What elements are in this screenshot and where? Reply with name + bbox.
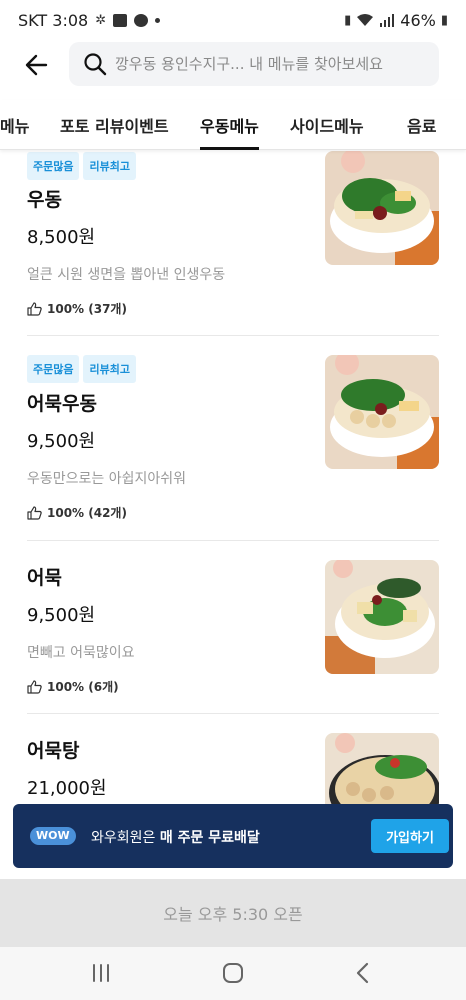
wow-membership-banner[interactable]: WOW 와우회원은 매 주문 무료배달 가입하기 xyxy=(13,804,453,868)
fishcake-bowl-image xyxy=(325,560,439,674)
search-input[interactable] xyxy=(115,55,415,73)
badge-group: 주문많음 리뷰최고 xyxy=(27,152,136,180)
talk-icon xyxy=(134,13,149,27)
divider xyxy=(27,335,439,336)
menu-item-price: 8,500원 xyxy=(27,227,96,248)
status-bar: SKT 3:08 ✲ ▮ 46% ▮ xyxy=(0,0,466,40)
badge-best-review: 리뷰최고 xyxy=(83,152,136,180)
menu-item-fishcake-soup[interactable]: 어묵탕 21,000원 xyxy=(0,732,466,806)
badge-popular: 주문많음 xyxy=(27,355,80,383)
fishcake-soup-pot-image xyxy=(325,733,439,806)
signal-icon xyxy=(380,14,395,27)
fishcake-soup-photo[interactable] xyxy=(325,733,439,806)
menu-item-rating: 100% (6개) xyxy=(27,678,119,695)
opening-time-bar: 오늘 오후 5:30 오픈 xyxy=(0,879,466,947)
battery-level: 46% xyxy=(400,10,436,30)
tab-photo-review-event[interactable]: 포토 리뷰이벤트 xyxy=(60,113,169,137)
tab-drinks[interactable]: 음료 xyxy=(407,113,436,137)
menu-item-fishcake-udon[interactable]: 주문많음 리뷰최고 어묵우동 9,500원 우동만으로는 아쉽지아쉬워 100%… xyxy=(0,354,466,540)
join-button[interactable]: 가입하기 xyxy=(371,819,449,853)
tab-menu[interactable]: 메뉴 xyxy=(0,113,29,137)
gallery-icon xyxy=(113,13,128,27)
thumbs-up-icon xyxy=(27,679,42,694)
pinwheel-icon: ✲ xyxy=(95,12,107,28)
system-nav-bar xyxy=(0,947,466,1000)
header xyxy=(0,40,466,92)
divider xyxy=(27,540,439,541)
menu-item-description: 면빼고 어묵많이요 xyxy=(27,645,135,661)
fishcake-udon-bowl-image xyxy=(325,355,439,469)
udon-bowl-image xyxy=(325,151,439,265)
menu-item-price: 9,500원 xyxy=(27,431,96,452)
menu-item-fishcake[interactable]: 어묵 9,500원 면빼고 어묵많이요 100% (6개) xyxy=(0,559,466,713)
menu-item-name: 어묵탕 xyxy=(27,740,80,762)
search-bar[interactable] xyxy=(69,42,439,86)
home-icon[interactable] xyxy=(218,961,248,985)
thumbs-up-icon xyxy=(27,301,42,316)
divider xyxy=(27,713,439,714)
menu-item-price: 21,000원 xyxy=(27,778,107,799)
search-icon xyxy=(84,53,107,76)
fishcake-udon-photo[interactable] xyxy=(325,355,439,469)
wow-badge: WOW xyxy=(30,827,76,845)
status-time: SKT 3:08 xyxy=(18,10,89,30)
menu-item-name: 어묵 xyxy=(27,567,62,589)
wow-banner-text: 와우회원은 매 주문 무료배달 xyxy=(91,827,260,847)
fishcake-photo[interactable] xyxy=(325,560,439,674)
udon-photo[interactable] xyxy=(325,151,439,265)
badge-popular: 주문많음 xyxy=(27,152,80,180)
tab-udon-menu[interactable]: 우동메뉴 xyxy=(200,113,259,150)
more-notifications-icon xyxy=(155,17,161,23)
opening-time-text: 오늘 오후 5:30 오픈 xyxy=(163,905,303,924)
category-tabs: 메뉴 포토 리뷰이벤트 우동메뉴 사이드메뉴 음료 xyxy=(0,100,466,150)
battery-saver-icon: ▮ xyxy=(344,12,352,28)
menu-item-price: 9,500원 xyxy=(27,605,96,626)
menu-list: 주문많음 리뷰최고 우동 8,500원 얼큰 시원 생면을 뽑아낸 인생우동 1… xyxy=(0,151,466,806)
menu-item-rating: 100% (37개) xyxy=(27,300,127,317)
menu-item-name: 어묵우동 xyxy=(27,393,97,415)
menu-item-description: 얼큰 시원 생면을 뽑아낸 인생우동 xyxy=(27,267,226,283)
badge-group: 주문많음 리뷰최고 xyxy=(27,355,136,383)
wifi-icon xyxy=(357,14,374,26)
rating-text: 100% (6개) xyxy=(47,680,119,694)
rating-text: 100% (37개) xyxy=(47,302,127,316)
recent-apps-icon[interactable] xyxy=(86,961,116,985)
battery-icon: ▮ xyxy=(440,12,448,28)
tab-side-menu[interactable]: 사이드메뉴 xyxy=(290,113,364,137)
thumbs-up-icon xyxy=(27,505,42,520)
menu-item-name: 우동 xyxy=(27,189,62,211)
wow-text-bold: 매 주문 무료배달 xyxy=(159,830,260,846)
badge-best-review: 리뷰최고 xyxy=(83,355,136,383)
back-arrow-icon[interactable] xyxy=(20,50,54,80)
back-nav-icon[interactable] xyxy=(348,961,378,985)
menu-item-description: 우동만으로는 아쉽지아쉬워 xyxy=(27,471,187,487)
menu-item-udon[interactable]: 주문많음 리뷰최고 우동 8,500원 얼큰 시원 생면을 뽑아낸 인생우동 1… xyxy=(0,151,466,337)
wow-text-prefix: 와우회원은 xyxy=(91,830,160,846)
rating-text: 100% (42개) xyxy=(47,506,127,520)
menu-item-rating: 100% (42개) xyxy=(27,504,127,521)
